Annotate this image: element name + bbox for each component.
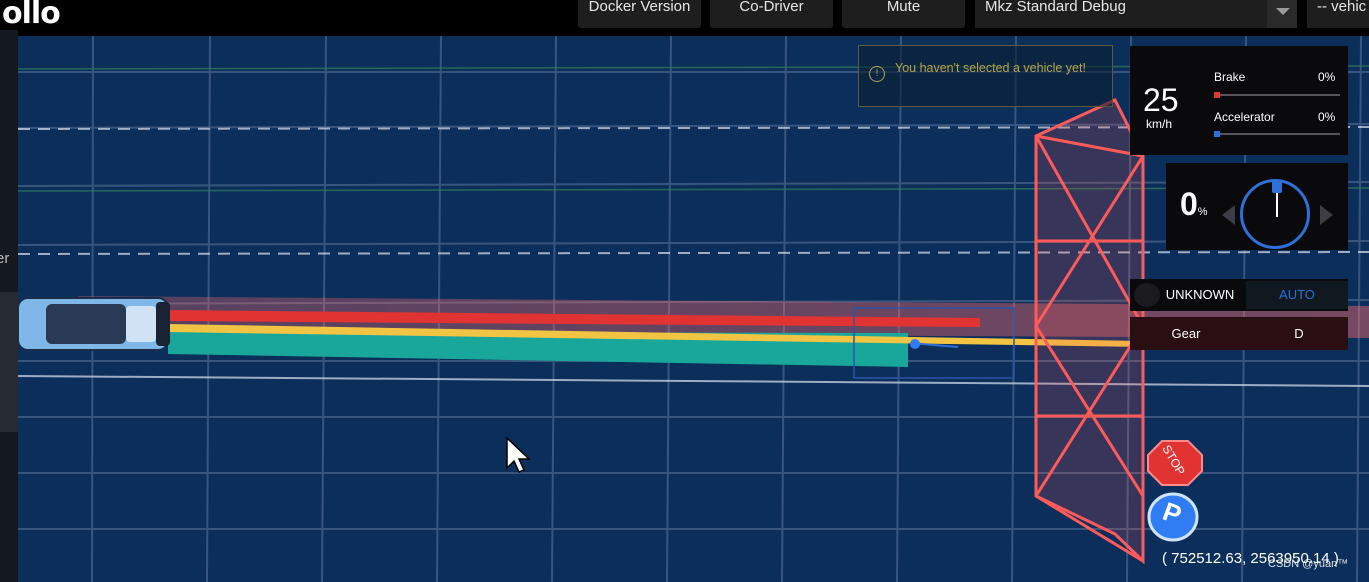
warning-icon: !: [869, 66, 885, 82]
side-menu-label: er: [0, 250, 10, 267]
accelerator-value: 0%: [1318, 110, 1336, 124]
speed-unit: km/h: [1146, 117, 1173, 131]
driving-mode-status: UNKNOWN: [1165, 287, 1235, 302]
vehicle-select[interactable]: -- vehic: [1307, 0, 1369, 28]
brake-bar-fill: [1214, 92, 1220, 98]
status-indicator: [1134, 283, 1160, 307]
driving-mode-auto: AUTO: [1246, 281, 1348, 309]
mute-button[interactable]: Mute: [842, 0, 965, 28]
app-logo: ollo: [2, 0, 61, 31]
co-driver-button[interactable]: Co-Driver: [710, 0, 833, 28]
vehicle-warning-text: You haven't selected a vehicle yet!: [895, 61, 1086, 75]
vehicle-select-value: -- vehic: [1317, 0, 1367, 15]
waypoint-marker: [910, 339, 920, 349]
steering-dial-icon: [1240, 179, 1310, 249]
vehicle-warning: ! You haven't selected a vehicle yet!: [858, 45, 1113, 107]
accelerator-bar-fill: [1214, 131, 1220, 137]
side-menu-active-item[interactable]: [0, 292, 18, 432]
top-toolbar: ollo Docker Version Co-Driver Mute Mkz S…: [0, 0, 1369, 31]
steering-unit: %: [1197, 206, 1208, 218]
gear-label: Gear: [1171, 326, 1201, 341]
brake-label: Brake: [1214, 70, 1246, 84]
stop-fence: [1034, 98, 1145, 565]
speed-value: 25: [1143, 82, 1179, 118]
accelerator-bar: [1214, 131, 1340, 137]
cursor-icon: [506, 436, 531, 473]
chevron-down-icon[interactable]: [1267, 0, 1297, 28]
docker-version-button[interactable]: Docker Version: [578, 0, 701, 28]
car-icon: [18, 297, 170, 351]
mode-select[interactable]: Mkz Standard Debug: [975, 0, 1297, 28]
brake-bar: [1214, 92, 1340, 98]
side-menu[interactable]: [0, 30, 18, 582]
watermark: CSDN @yuan™: [1268, 558, 1349, 570]
gear-value: D: [1294, 326, 1304, 341]
steer-right-icon: [1320, 205, 1333, 225]
steering-value: 0%: [1180, 186, 1208, 223]
steering-number: 0: [1180, 186, 1198, 222]
steer-left-icon: [1222, 205, 1235, 225]
accelerator-label: Accelerator: [1214, 110, 1275, 124]
mode-select-value: Mkz Standard Debug: [985, 0, 1126, 15]
brake-value: 0%: [1318, 70, 1336, 84]
